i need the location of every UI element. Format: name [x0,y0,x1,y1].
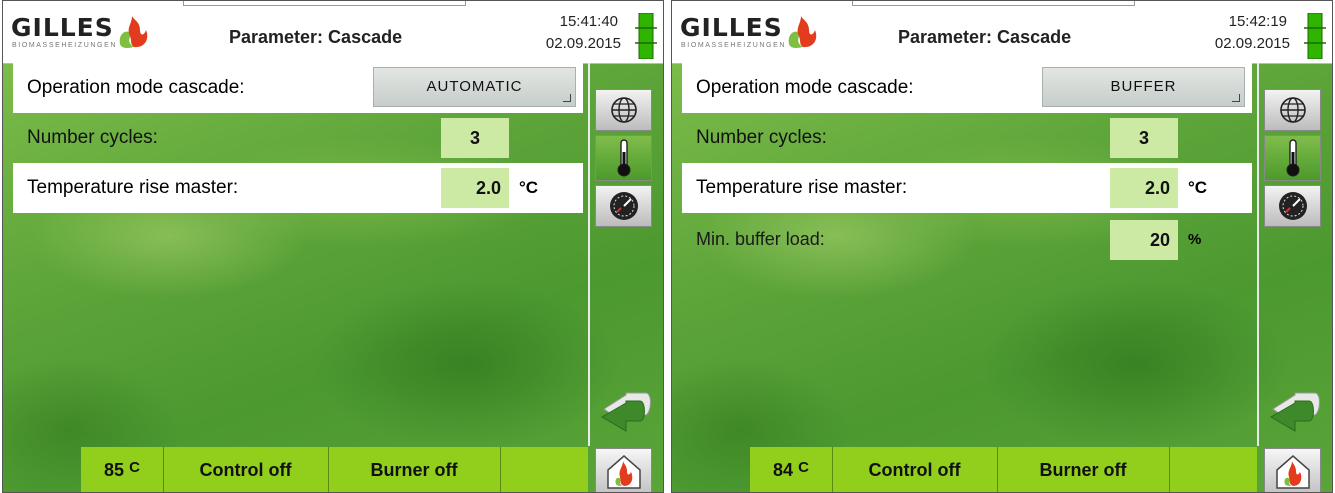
boiler-temp-unit: C [798,459,809,476]
gauge-icon [1278,192,1307,220]
control-status: Control off [832,447,998,492]
logo-text: GILLES [11,13,114,42]
battery-icon [1304,13,1326,59]
thermometer-icon [1286,139,1299,177]
clock-time: 15:42:19 [1228,13,1287,30]
boiler-temp-unit: C [129,459,140,476]
number-cycles-label: Number cycles: [27,127,158,148]
operation-mode-row: Operation mode cascade: BUFFER [682,63,1252,113]
cascade-screen-automatic: GILLES BIOMASSEHEIZUNGEN Parameter: Casc… [2,0,664,493]
min-buffer-label: Min. buffer load: [696,229,825,249]
language-button[interactable] [1264,89,1321,131]
toolbar-divider [588,63,590,446]
number-cycles-input[interactable]: 3 [441,118,509,158]
battery-icon [635,13,657,59]
boiler-temp-display: 84 C [750,447,833,492]
temp-rise-unit: °C [1188,178,1208,197]
header-tab-outline [852,1,1135,6]
gauge-icon [609,192,638,220]
status-bar-empty-cell [500,447,588,492]
service-button[interactable] [1264,185,1321,227]
temp-rise-label: Temperature rise master: [27,177,239,198]
number-cycles-input[interactable]: 3 [1110,118,1178,158]
back-arrow-icon [600,392,651,432]
header-bar: GILLES BIOMASSEHEIZUNGEN Parameter: Casc… [3,1,663,64]
page-title: Parameter: Cascade [898,27,1072,47]
boiler-temp-value: 85 [104,460,125,480]
status-bar: 84 C Control off Burner off [750,447,1257,492]
number-cycles-row: Number cycles: 3 [682,113,1252,163]
globe-icon [1279,97,1306,123]
number-cycles-row: Number cycles: 3 [13,113,583,163]
min-buffer-row: Min. buffer load: 20 % [682,215,1252,265]
clock-date: 02.09.2015 [1214,35,1290,52]
status-bar-empty-cell [1169,447,1257,492]
toolbar-divider [1257,63,1259,446]
gilles-logo: GILLES BIOMASSEHEIZUNGEN [680,13,830,53]
dropdown-corner-icon [563,94,571,102]
operation-mode-value: AUTOMATIC [426,78,523,95]
operation-mode-value: BUFFER [1110,78,1177,95]
boiler-temp-display: 85 C [81,447,164,492]
home-button[interactable] [1264,448,1321,492]
temp-rise-row: Temperature rise master: 2.0 °C [682,163,1252,213]
boiler-temp-value: 84 [773,460,794,480]
back-button[interactable] [595,386,652,436]
dropdown-corner-icon [1232,94,1240,102]
header-bar: GILLES BIOMASSEHEIZUNGEN Parameter: Casc… [672,1,1332,64]
burner-status: Burner off [328,447,501,492]
number-cycles-label: Number cycles: [696,127,827,148]
control-status: Control off [163,447,329,492]
logo-subtext: BIOMASSEHEIZUNGEN [12,42,117,49]
temp-rise-input[interactable]: 2.0 [441,168,509,208]
temp-rise-row: Temperature rise master: 2.0 °C [13,163,583,213]
operation-mode-row: Operation mode cascade: AUTOMATIC [13,63,583,113]
service-button[interactable] [595,185,652,227]
temperature-button[interactable] [1264,135,1321,181]
globe-icon [610,97,637,123]
page-title: Parameter: Cascade [229,27,403,47]
home-button[interactable] [595,448,652,492]
min-buffer-input[interactable]: 20 [1110,220,1178,260]
min-buffer-unit: % [1188,231,1202,248]
clock-time: 15:41:40 [559,13,618,30]
thermometer-icon [617,139,630,177]
operation-mode-label: Operation mode cascade: [27,77,245,98]
clock-date: 02.09.2015 [545,35,621,52]
gilles-logo: GILLES BIOMASSEHEIZUNGEN [11,13,161,53]
back-button[interactable] [1264,386,1321,436]
operation-mode-label: Operation mode cascade: [696,77,914,98]
burner-status: Burner off [997,447,1170,492]
temperature-button[interactable] [595,135,652,181]
operation-mode-select[interactable]: AUTOMATIC [373,67,576,107]
back-arrow-icon [1269,392,1320,432]
cascade-screen-buffer: GILLES BIOMASSEHEIZUNGEN Parameter: Casc… [671,0,1333,493]
flame-logo-icon [119,16,148,48]
temp-rise-input[interactable]: 2.0 [1110,168,1178,208]
temp-rise-unit: °C [519,178,539,197]
header-tab-outline [183,1,466,6]
temp-rise-label: Temperature rise master: [696,177,908,198]
home-flame-icon [606,454,641,489]
flame-logo-icon [788,16,817,48]
status-bar: 85 C Control off Burner off [81,447,588,492]
logo-text: GILLES [680,13,783,42]
language-button[interactable] [595,89,652,131]
logo-subtext: BIOMASSEHEIZUNGEN [681,42,786,49]
operation-mode-select[interactable]: BUFFER [1042,67,1245,107]
home-flame-icon [1275,454,1310,489]
